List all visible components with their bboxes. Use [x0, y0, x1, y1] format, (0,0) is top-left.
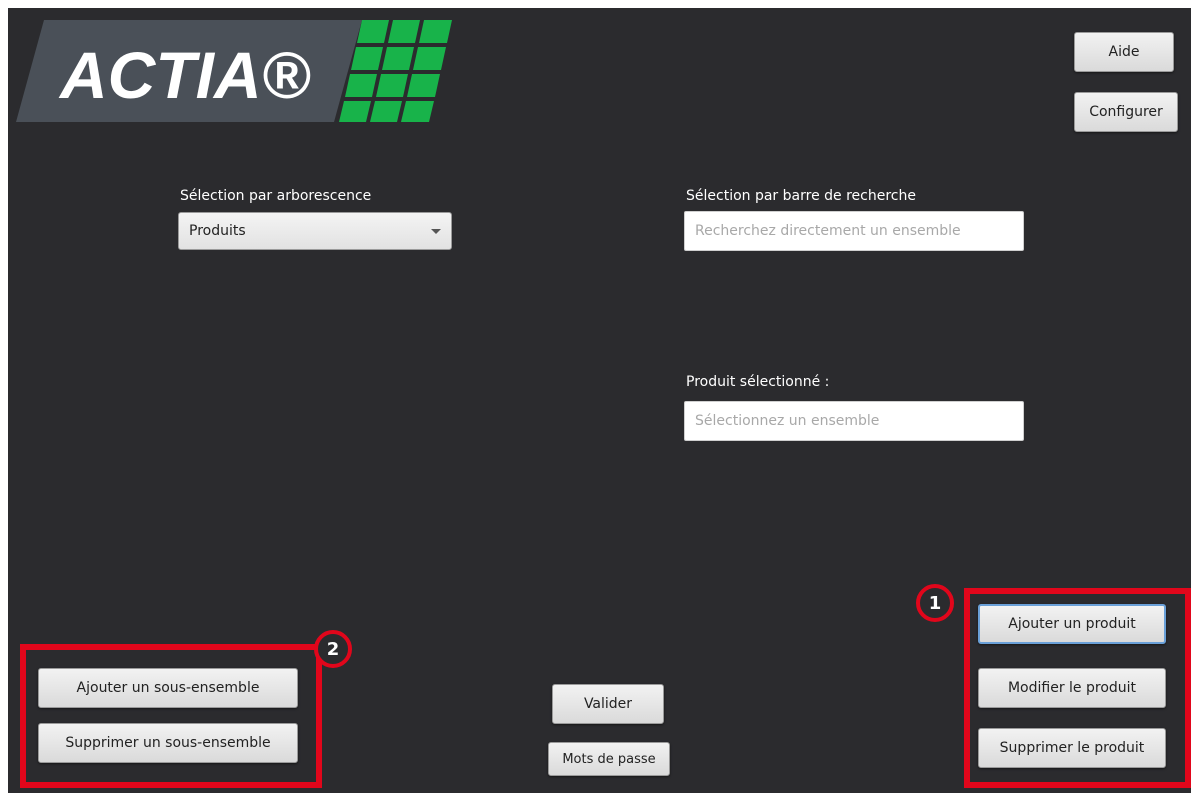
tree-selection-dropdown[interactable]: Produits: [178, 212, 452, 250]
validate-button[interactable]: Valider: [552, 684, 664, 724]
actia-logo-graphic: ACTIA®: [16, 20, 452, 122]
annotation-box-product-actions: [964, 588, 1191, 788]
search-selection-label: Sélection par barre de recherche: [686, 188, 916, 204]
help-button[interactable]: Aide: [1074, 32, 1174, 72]
selected-product-label: Produit sélectionné :: [686, 374, 830, 390]
passwords-button[interactable]: Mots de passe: [548, 742, 670, 776]
annotation-badge-1: 1: [916, 584, 954, 622]
actia-logo: ACTIA®: [16, 20, 452, 122]
tree-selection-label: Sélection par arborescence: [180, 188, 372, 204]
logo-text: ACTIA®: [58, 38, 311, 112]
chevron-down-icon: [431, 229, 441, 234]
annotation-box-subassembly-actions: [20, 644, 322, 788]
configure-button[interactable]: Configurer: [1074, 92, 1178, 132]
search-input[interactable]: [684, 211, 1024, 251]
tree-selection-value: Produits: [189, 223, 246, 239]
main-window: ACTIA® Aide Configurer Sélection par arb…: [8, 8, 1191, 793]
annotation-badge-2: 2: [314, 630, 352, 668]
selected-product-field[interactable]: [684, 401, 1024, 441]
